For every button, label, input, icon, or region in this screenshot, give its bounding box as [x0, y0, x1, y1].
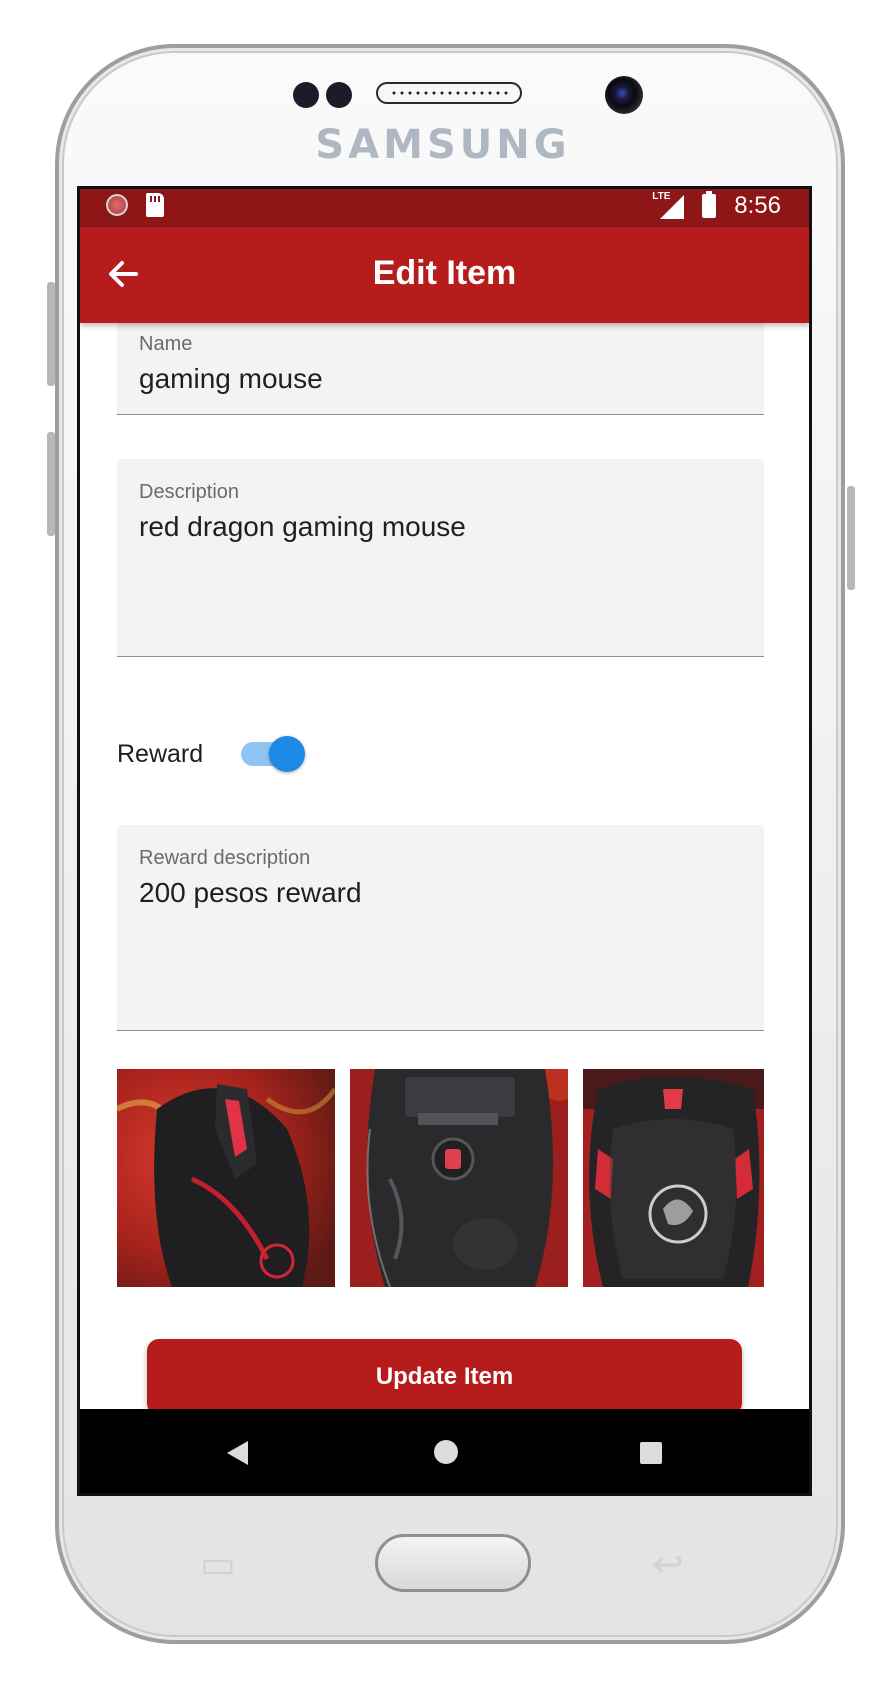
light-sensor — [326, 82, 352, 108]
status-bar: LTE 8:56 — [80, 189, 809, 227]
app-screen: LTE 8:56 Edit Item Name gaming mouse Des… — [77, 186, 812, 1496]
reward-description-label: Reward description — [139, 847, 311, 869]
mouse-top-photo[interactable] — [117, 1069, 335, 1287]
battery-icon — [702, 191, 717, 218]
update-item-button[interactable]: Update Item — [147, 1339, 742, 1415]
description-value[interactable]: red dragon gaming mouse — [139, 511, 466, 543]
front-camera — [605, 76, 643, 114]
brand-logo: SAMSUNG — [315, 122, 571, 168]
reward-toggle[interactable] — [241, 736, 306, 772]
volume-down-key — [47, 432, 55, 536]
page-title: Edit Item — [372, 254, 517, 292]
hardware-back-icon: ↩ — [652, 1542, 684, 1586]
sd-card-icon — [146, 193, 164, 217]
app-bar: Edit Item — [80, 227, 809, 323]
volume-up-key — [47, 282, 55, 386]
reward-description-field[interactable]: Reward description 200 pesos reward — [117, 825, 764, 1031]
proximity-sensor — [293, 82, 319, 108]
signal-icon: LTE — [652, 191, 685, 221]
power-key — [847, 486, 855, 590]
name-label: Name — [139, 333, 193, 355]
status-time: 8:56 — [734, 192, 781, 219]
photo-gallery — [117, 1069, 764, 1287]
nav-back-icon[interactable] — [227, 1441, 248, 1465]
hardware-recents-icon: ▭ — [200, 1542, 236, 1586]
name-value[interactable]: gaming mouse — [139, 363, 323, 395]
reward-row: Reward — [117, 729, 306, 779]
description-field[interactable]: Description red dragon gaming mouse — [117, 459, 764, 657]
notification-icon — [106, 194, 128, 216]
reward-label: Reward — [117, 739, 204, 768]
nav-recents-icon[interactable] — [640, 1442, 662, 1464]
hardware-home-button — [375, 1534, 531, 1592]
mouse-back-photo[interactable] — [583, 1069, 764, 1287]
description-label: Description — [139, 481, 240, 503]
name-field[interactable]: Name gaming mouse — [117, 319, 764, 415]
earpiece-speaker — [376, 82, 522, 104]
arrow-back-icon[interactable] — [102, 253, 144, 295]
reward-description-value[interactable]: 200 pesos reward — [139, 877, 362, 909]
toggle-thumb — [269, 736, 306, 772]
nav-home-icon[interactable] — [434, 1440, 458, 1464]
system-nav-bar — [80, 1409, 809, 1493]
mouse-bottom-photo[interactable] — [350, 1069, 568, 1287]
